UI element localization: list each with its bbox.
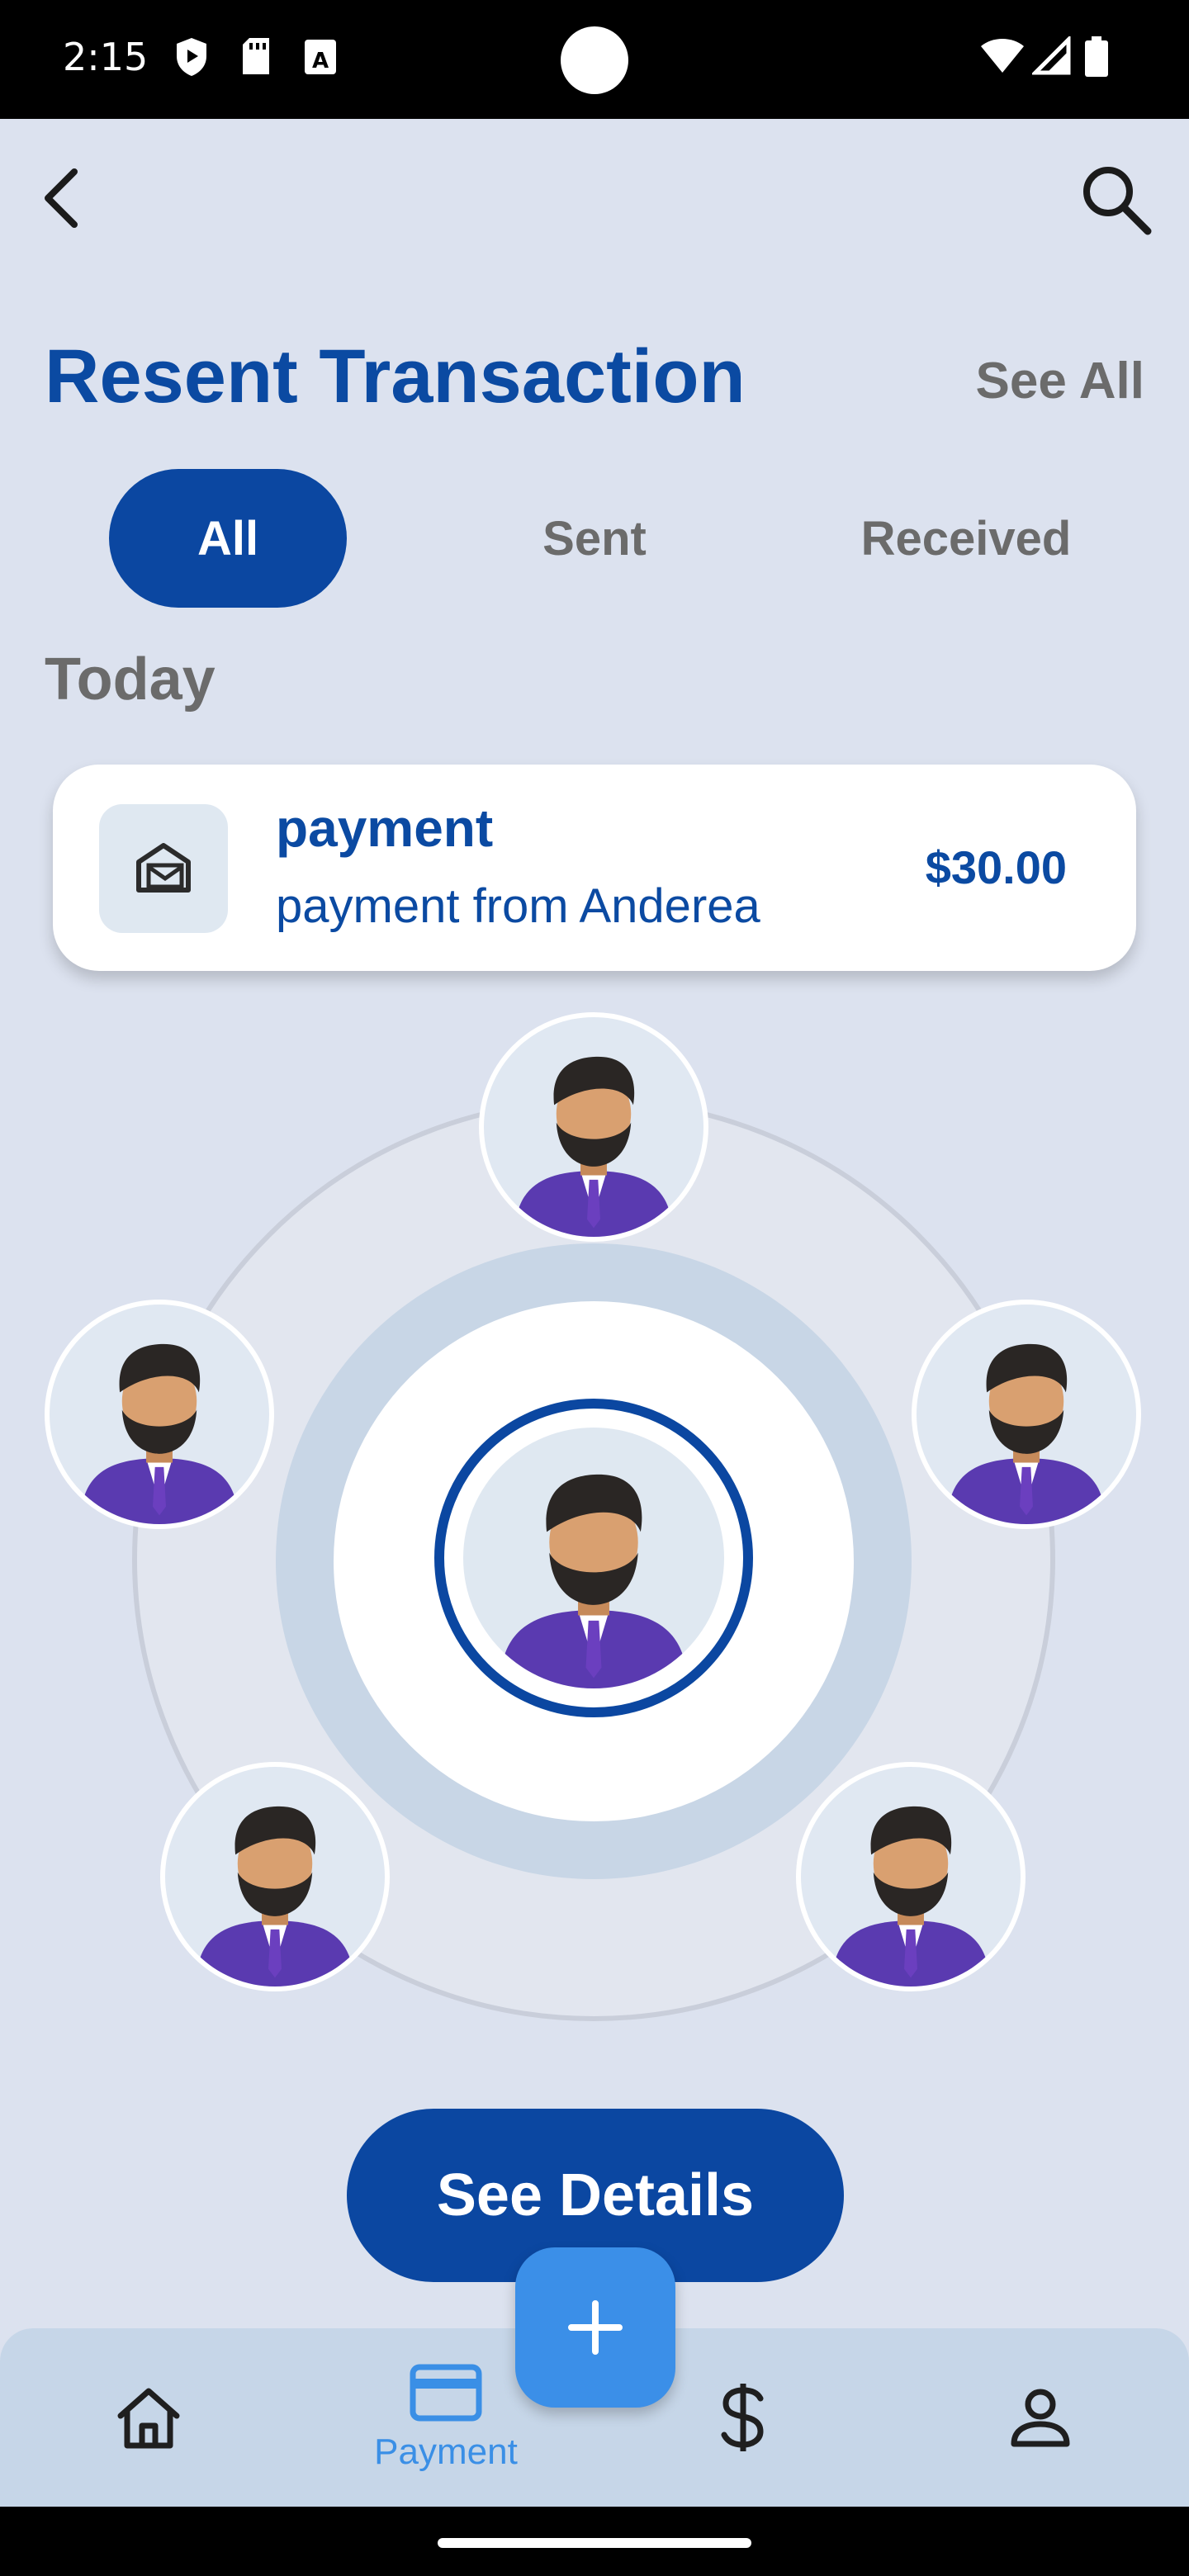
person-avatar-icon — [514, 1056, 673, 1237]
plus-icon — [568, 2300, 623, 2355]
person-avatar-icon — [947, 1343, 1106, 1524]
person-avatar-icon — [196, 1806, 354, 1986]
tab-label: Received — [860, 511, 1072, 566]
home-indicator[interactable] — [438, 2538, 751, 2548]
user-icon — [1011, 2389, 1070, 2447]
nav-item-payment[interactable]: Payment — [355, 2328, 537, 2507]
keyboard-a-icon: A — [305, 40, 336, 74]
nav-item-dollar[interactable] — [652, 2328, 834, 2507]
center-avatar[interactable] — [434, 1399, 753, 1717]
signal-icon — [1032, 36, 1071, 75]
mail-open-icon — [136, 843, 191, 893]
orbit-avatar-bottom-right[interactable] — [796, 1762, 1026, 1991]
tab-received[interactable]: Received — [834, 469, 1098, 608]
status-bar: 2:15 A — [0, 0, 1189, 119]
person-avatar-icon — [831, 1806, 990, 1986]
orbit-avatar-left[interactable] — [45, 1300, 274, 1529]
orbit-avatar-right[interactable] — [912, 1300, 1141, 1529]
camera-cutout — [561, 26, 628, 94]
nav-item-home[interactable] — [58, 2328, 239, 2507]
shield-icon — [177, 38, 206, 76]
transaction-amount: $30.00 — [925, 841, 1067, 893]
person-avatar-icon — [500, 1474, 688, 1688]
tab-label: All — [197, 511, 259, 566]
see-details-label: See Details — [436, 2162, 755, 2228]
tab-sent[interactable]: Sent — [479, 469, 710, 608]
dollar-icon — [721, 2384, 764, 2451]
status-time: 2:15 — [63, 35, 149, 79]
sd-card-icon — [243, 38, 269, 74]
wifi-icon — [981, 39, 1024, 73]
orbit-avatar-bottom-left[interactable] — [160, 1762, 390, 1991]
transaction-card[interactable]: payment payment from Anderea $30.00 — [53, 765, 1136, 971]
see-all-link[interactable]: See All — [976, 352, 1144, 410]
transaction-icon-box — [99, 804, 228, 933]
date-group-label: Today — [45, 646, 216, 713]
orbit-avatar-top[interactable] — [479, 1012, 708, 1242]
nav-item-profile[interactable] — [950, 2328, 1131, 2507]
home-icon — [117, 2388, 180, 2449]
person-avatar-icon — [80, 1343, 239, 1524]
back-button[interactable] — [38, 165, 88, 231]
transaction-subtitle: payment from Anderea — [276, 879, 760, 933]
tab-label: Sent — [542, 511, 647, 566]
credit-card-icon — [410, 2364, 482, 2422]
tab-all[interactable]: All — [109, 469, 347, 608]
search-icon[interactable] — [1078, 162, 1153, 236]
nav-label-payment: Payment — [374, 2432, 518, 2472]
transaction-title: payment — [276, 798, 494, 858]
add-button[interactable] — [515, 2247, 675, 2408]
svg-text:A: A — [312, 49, 329, 73]
section-title: Resent Transaction — [45, 334, 746, 419]
battery-icon — [1085, 36, 1108, 77]
